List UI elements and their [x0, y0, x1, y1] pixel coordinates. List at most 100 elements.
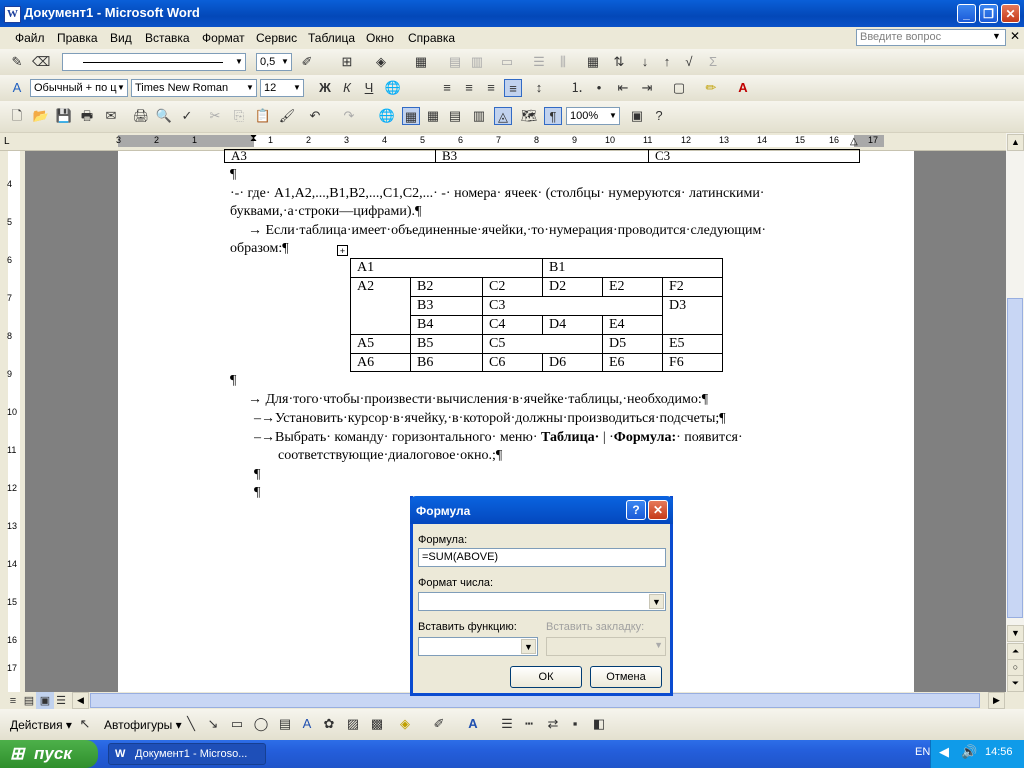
menu-table[interactable]: Таблица: [308, 31, 355, 45]
close-button[interactable]: ✕: [1001, 4, 1020, 23]
line-spacing-icon[interactable]: ↕: [530, 79, 548, 97]
table-cell[interactable]: D2: [542, 277, 603, 297]
table-cell[interactable]: E6: [602, 353, 663, 372]
menu-tools[interactable]: Сервис: [256, 31, 297, 45]
scroll-left-icon[interactable]: ◀: [72, 692, 89, 709]
line-color-icon[interactable]: ✐: [430, 715, 448, 733]
line-icon[interactable]: ╲: [182, 715, 200, 733]
styles-pane-icon[interactable]: A: [8, 79, 26, 97]
table-cell[interactable]: F2: [662, 277, 723, 297]
table-cell[interactable]: A6: [350, 353, 411, 372]
split-cells-icon[interactable]: ▥: [468, 53, 486, 71]
open-icon[interactable]: 📂: [32, 107, 50, 125]
line-style-icon[interactable]: ☰: [498, 715, 516, 733]
table-cell[interactable]: C3: [648, 149, 860, 163]
start-button[interactable]: ⊞ пуск: [0, 740, 98, 768]
columns-icon[interactable]: ▥: [470, 107, 488, 125]
tables-borders-icon[interactable]: ▦: [402, 107, 420, 125]
table-cell[interactable]: D5: [602, 334, 663, 354]
clip-art-icon[interactable]: ▨: [344, 715, 362, 733]
distribute-rows-icon[interactable]: ☰: [530, 53, 548, 71]
autosum-icon[interactable]: Σ: [704, 53, 722, 71]
table-cell[interactable]: C4: [482, 315, 543, 335]
dialog-title-bar[interactable]: Формула ? ✕: [410, 496, 673, 524]
shading-color-icon[interactable]: ◈: [372, 53, 390, 71]
text-direction-icon[interactable]: ⇅: [610, 53, 628, 71]
new-document-icon[interactable]: 🗋: [8, 107, 26, 125]
table-cell[interactable]: A5: [350, 334, 411, 354]
scroll-down-icon[interactable]: ▼: [1007, 625, 1024, 642]
paste-icon[interactable]: 📋: [254, 107, 272, 125]
increase-indent-icon[interactable]: ⇥: [638, 79, 656, 97]
zoom-combo[interactable]: 100% ▼: [566, 107, 620, 125]
vertical-scrollbar[interactable]: ▲ ▼ ⏶ ○ ⏷: [1006, 133, 1024, 692]
table-move-handle-icon[interactable]: +: [337, 245, 348, 256]
insert-function-select[interactable]: ▼: [418, 637, 538, 656]
tab-selector-icon[interactable]: L: [4, 136, 10, 147]
vertical-ruler[interactable]: 4 5 6 7 8 9 10 11 12 13 14 15 16 17: [0, 151, 25, 692]
highlight-icon[interactable]: ✏: [702, 79, 720, 97]
number-format-select[interactable]: ▼: [418, 592, 666, 611]
line-weight-combo[interactable]: 0,5 ▼: [256, 53, 292, 71]
align-right-icon[interactable]: ≡: [482, 79, 500, 97]
menu-view[interactable]: Вид: [110, 31, 132, 45]
read-icon[interactable]: ▣: [628, 107, 646, 125]
menu-edit[interactable]: Правка: [57, 31, 98, 45]
minimize-button[interactable]: _: [957, 4, 976, 23]
table-cell[interactable]: B6: [410, 353, 483, 372]
next-page-icon[interactable]: ⏷: [1007, 675, 1024, 692]
decrease-indent-icon[interactable]: ⇤: [614, 79, 632, 97]
select-objects-icon[interactable]: ↖: [76, 715, 94, 733]
table-cell[interactable]: B3: [410, 296, 483, 316]
justify-icon[interactable]: ≡: [504, 79, 522, 97]
autoshapes-menu[interactable]: Автофигуры ▾: [104, 718, 182, 732]
word-app-icon[interactable]: W: [4, 6, 21, 23]
chevron-down-icon[interactable]: ▼: [649, 594, 664, 609]
insert-bookmark-select[interactable]: ▼: [546, 637, 666, 656]
help-icon[interactable]: ?: [650, 107, 668, 125]
table-cell[interactable]: D6: [542, 353, 603, 372]
actions-menu[interactable]: Действия ▾: [10, 718, 72, 732]
copy-icon[interactable]: ⎘: [230, 107, 248, 125]
text-box-icon[interactable]: ▤: [276, 715, 294, 733]
print-icon[interactable]: 🖨: [132, 107, 150, 125]
undo-icon[interactable]: ↶: [306, 107, 324, 125]
menu-help[interactable]: Справка: [408, 31, 455, 45]
outside-border-icon[interactable]: ▢: [670, 79, 688, 97]
table-cell[interactable]: D3: [662, 296, 723, 335]
right-indent-marker-icon[interactable]: △: [850, 136, 858, 147]
table-cell[interactable]: B4: [410, 315, 483, 335]
maximize-button[interactable]: ❐: [979, 4, 998, 23]
eraser-icon[interactable]: ⌫: [32, 53, 50, 71]
example-table[interactable]: A1 B1 A2 B2 C2 D2 E2 F2 B3 C3 D3 B4 C4 D…: [350, 258, 723, 372]
numbering-icon[interactable]: ⒈: [568, 79, 586, 97]
format-painter-icon[interactable]: 🖌: [278, 107, 296, 125]
bold-icon[interactable]: Ж: [316, 79, 334, 97]
browse-object-icon[interactable]: ○: [1007, 659, 1024, 676]
volume-icon[interactable]: 🔊: [961, 744, 977, 760]
chevron-down-icon[interactable]: ▼: [521, 639, 536, 654]
table-cell[interactable]: A3: [224, 149, 436, 163]
table-cell[interactable]: B5: [410, 334, 483, 354]
email-icon[interactable]: ✉: [102, 107, 120, 125]
picture-icon[interactable]: ▩: [368, 715, 386, 733]
insert-table-std-icon[interactable]: ▦: [424, 107, 442, 125]
show-hide-icon[interactable]: ¶: [544, 107, 562, 125]
dash-style-icon[interactable]: ┅: [520, 715, 538, 733]
permission-icon[interactable]: 🖶: [78, 107, 96, 125]
autoformat-icon[interactable]: ▦: [584, 53, 602, 71]
dialog-help-button[interactable]: ?: [626, 500, 646, 520]
style-combo[interactable]: Обычный + по ц ▼: [30, 79, 128, 97]
rectangle-icon[interactable]: ▭: [228, 715, 246, 733]
font-size-combo[interactable]: 12 ▼: [260, 79, 304, 97]
dialog-close-button[interactable]: ✕: [648, 500, 668, 520]
oval-icon[interactable]: ◯: [252, 715, 270, 733]
scroll-right-icon[interactable]: ▶: [988, 692, 1005, 709]
align-icon[interactable]: ▭: [498, 53, 516, 71]
drawing-icon[interactable]: ◬: [494, 107, 512, 125]
table-cell[interactable]: E2: [602, 277, 663, 297]
sort-descending-icon[interactable]: ↑: [658, 53, 676, 71]
shadow-icon[interactable]: ▪: [566, 715, 584, 733]
hyperlink-icon[interactable]: 🌐: [384, 79, 402, 97]
help-question-input[interactable]: Введите вопрос: [856, 29, 1006, 46]
